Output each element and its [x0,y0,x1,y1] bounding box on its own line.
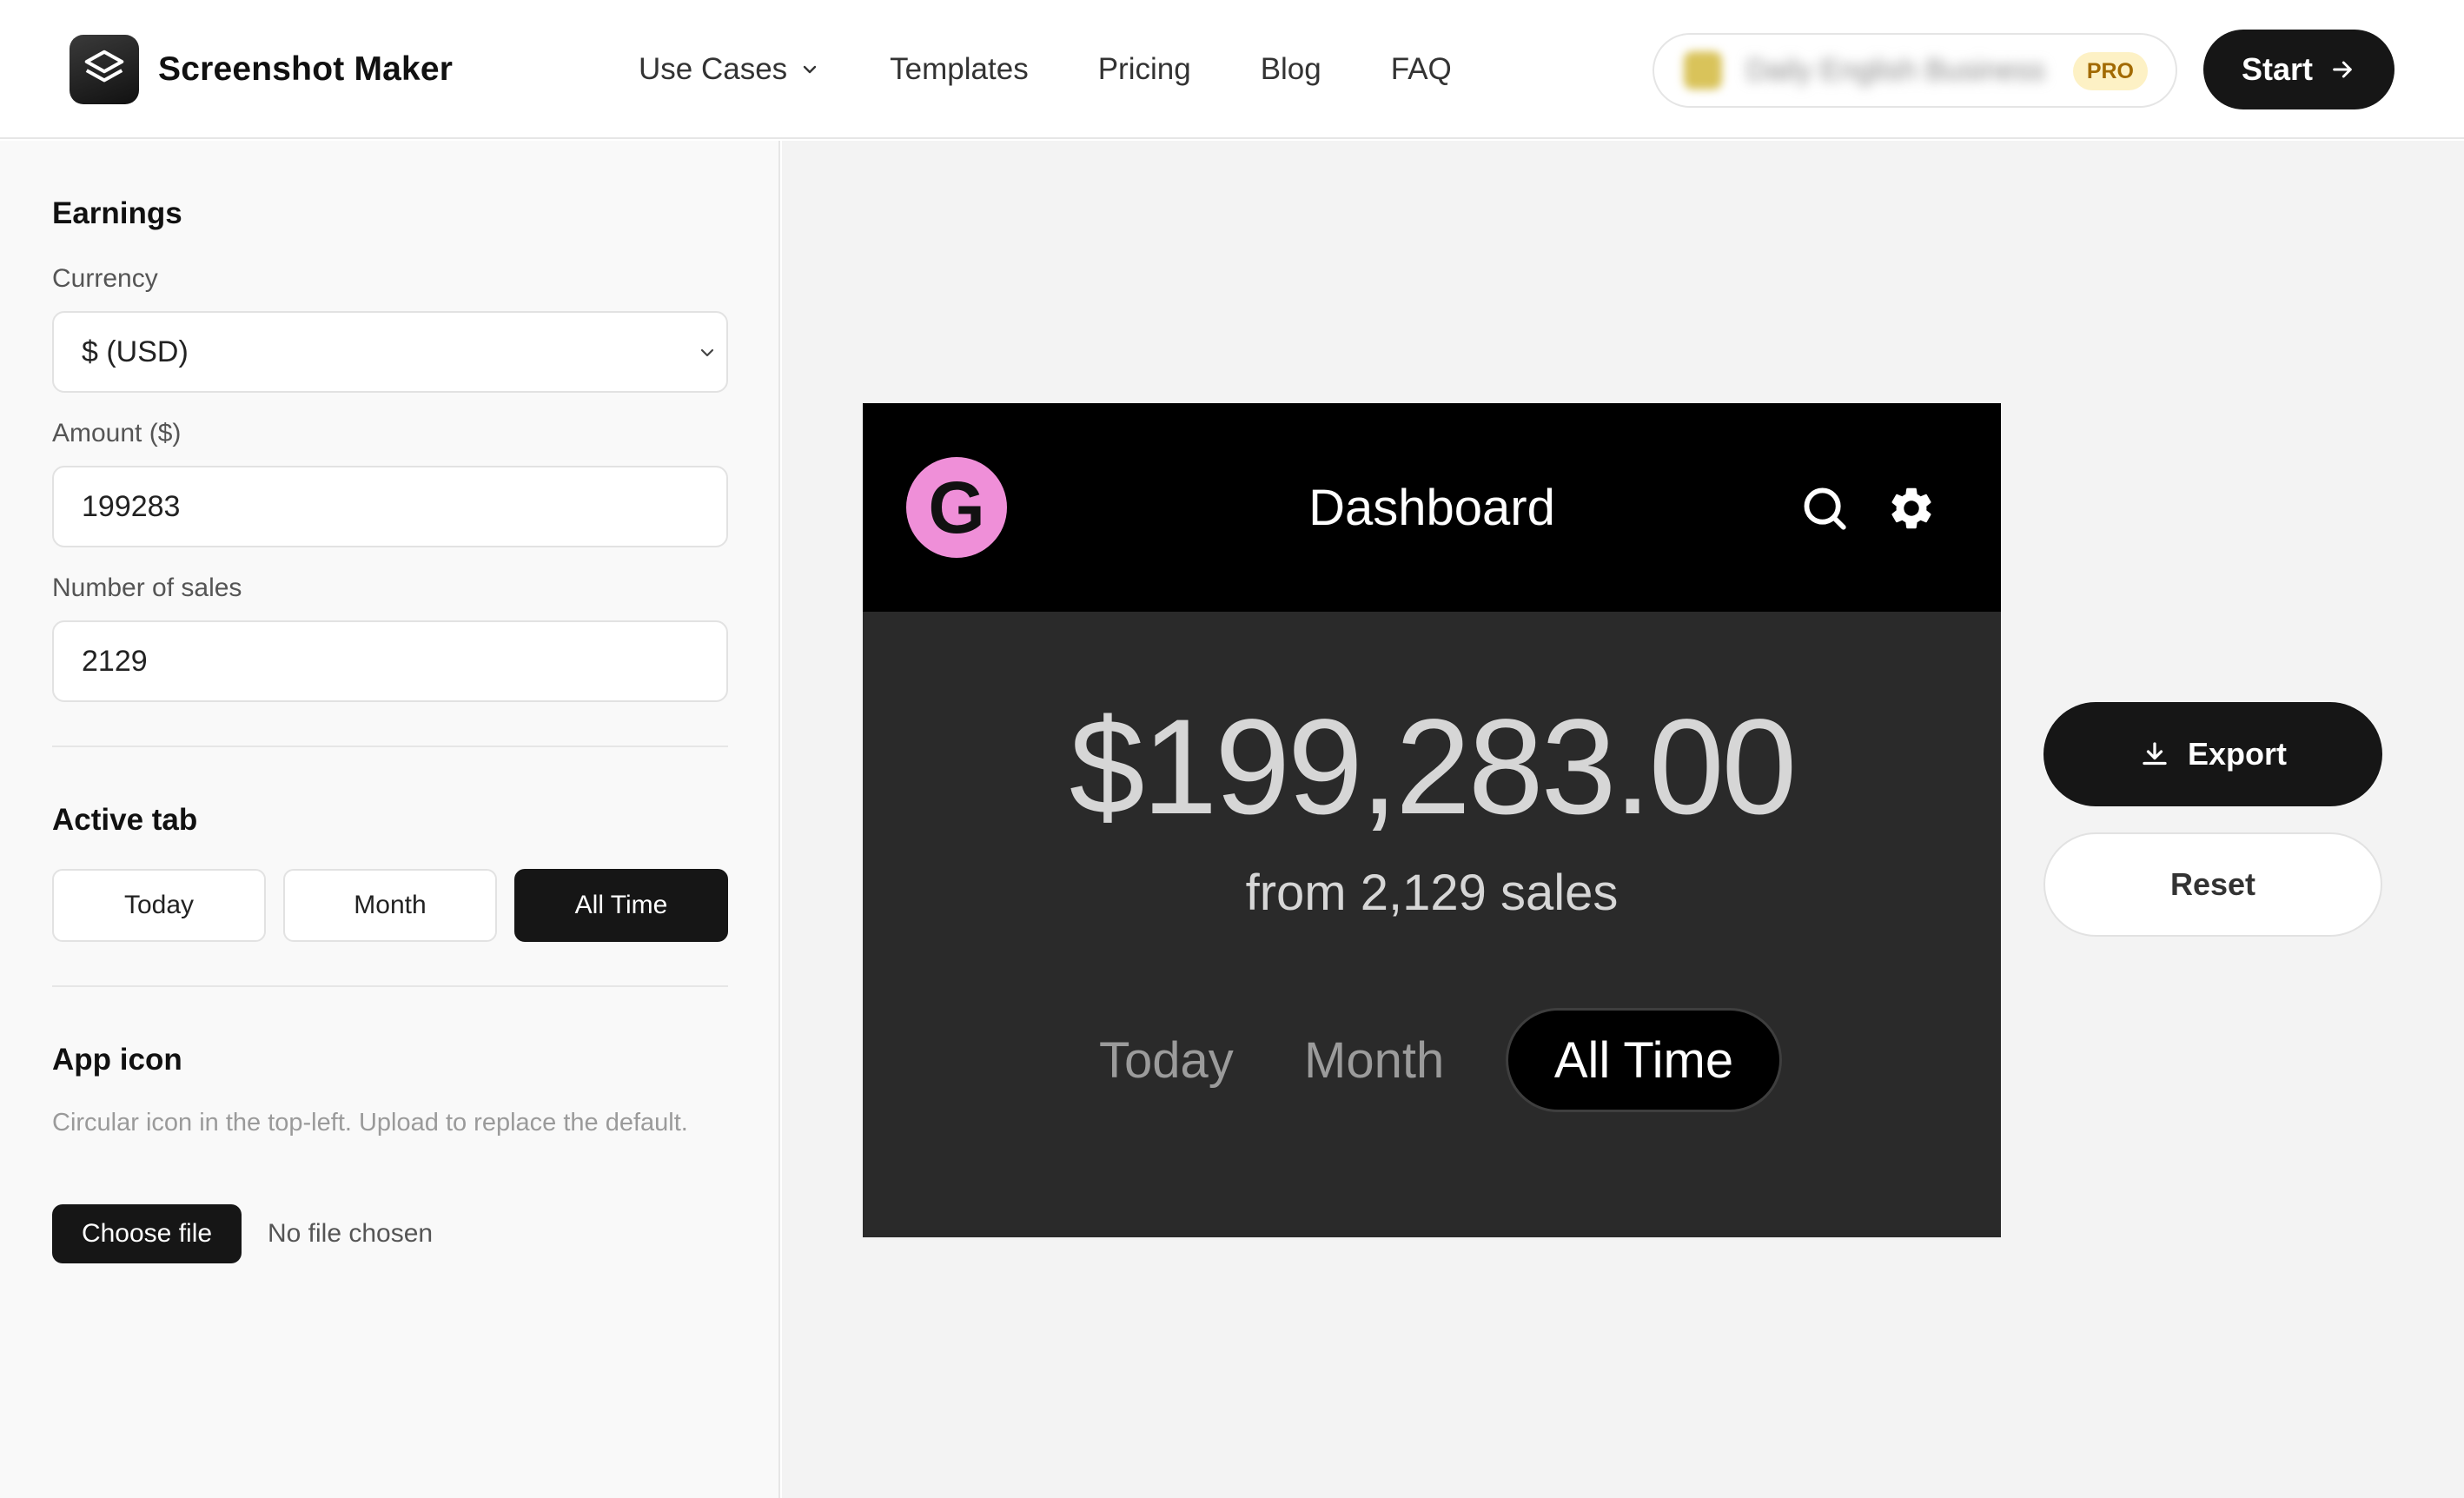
dashboard-preview: Dashboard G $199,283.00 from 2,129 sales… [863,403,2001,1237]
divider [52,985,728,987]
amount-input[interactable]: 199283 [52,466,728,547]
download-icon [2143,742,2167,766]
currency-select[interactable]: $ (USD) [52,311,728,393]
app-logo-icon [70,35,139,104]
preview-tab-all-time: All Time [1506,1008,1782,1112]
currency-value: $ (USD) [82,335,189,368]
chevron-down-icon [803,65,817,74]
choose-file-button[interactable]: Choose file [52,1204,242,1263]
search-icon [1804,487,1846,530]
gear-icon [1891,487,1931,529]
export-button[interactable]: Export [2043,702,2382,806]
nav-blog[interactable]: Blog [1261,52,1321,87]
app-name: Screenshot Maker [158,50,454,88]
nav-templates[interactable]: Templates [890,52,1029,87]
sales-input[interactable]: 2129 [52,620,728,702]
top-navigation-bar: Screenshot Maker Use Cases Templates Pri… [0,0,2464,139]
divider [52,746,728,747]
active-tab-section-title: Active tab [52,803,198,837]
start-button[interactable]: Start [2203,30,2394,109]
chevron-down-icon [700,348,714,357]
main-nav: Use Cases Templates Pricing Blog FAQ [639,35,1521,104]
currency-label: Currency [52,264,158,293]
account-name: Daily English Business [1746,53,2045,87]
preview-tab-month: Month [1304,1031,1445,1089]
arrow-right-icon [2333,61,2352,78]
nav-faq[interactable]: FAQ [1391,52,1452,87]
app-icon-help-text: Circular icon in the top-left. Upload to… [52,1109,688,1137]
preview-tab-today: Today [1099,1031,1234,1089]
nav-use-cases[interactable]: Use Cases [639,52,820,87]
reset-button[interactable]: Reset [2043,832,2382,937]
amount-label: Amount ($) [52,419,182,447]
export-button-label: Export [2187,736,2287,772]
app-icon-section-title: App icon [52,1043,182,1077]
tab-option-today[interactable]: Today [52,869,266,942]
preview-app-icon: G [906,457,1007,558]
pro-badge: PRO [2072,52,2148,90]
preview-subtitle: from 2,129 sales [1245,865,1619,921]
preview-header: Dashboard G [863,403,2001,612]
tab-option-month[interactable]: Month [283,869,497,942]
nav-pricing[interactable]: Pricing [1098,52,1191,87]
tab-option-all-time[interactable]: All Time [514,869,728,942]
file-status: No file chosen [268,1219,434,1248]
sales-label: Number of sales [52,573,242,602]
earnings-section-title: Earnings [52,196,182,230]
start-button-label: Start [2241,51,2314,87]
settings-sidebar: Earnings Currency $ (USD) Amount ($) 199… [0,141,780,1498]
nav-use-cases-label: Use Cases [639,52,788,86]
preview-amount: $199,283.00 [1069,692,1798,843]
preview-canvas: Dashboard G $199,283.00 from 2,129 sales… [782,141,2464,1498]
account-chip[interactable]: Daily English Business PRO [1653,33,2177,108]
account-avatar [1684,51,1722,89]
brand[interactable]: Screenshot Maker [70,35,453,104]
